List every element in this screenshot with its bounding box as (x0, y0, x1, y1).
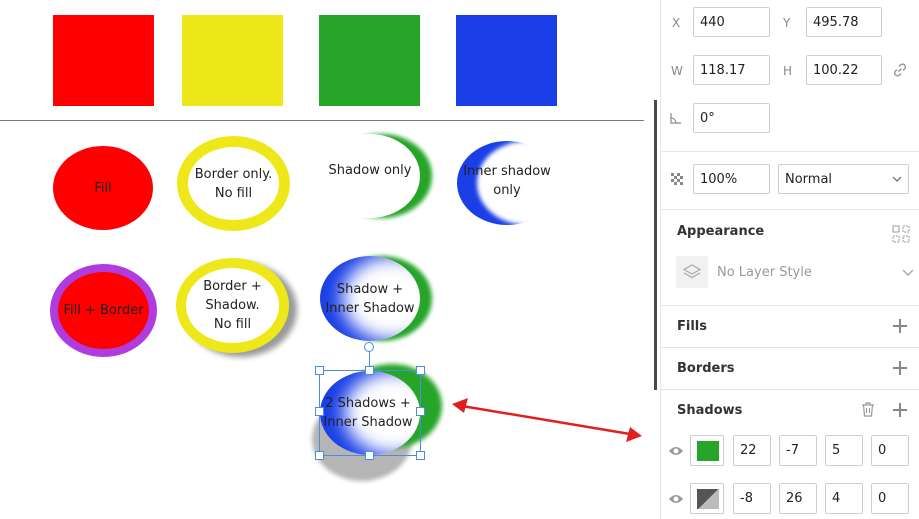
width-value: 118.17 (700, 62, 746, 78)
shadow-2-color[interactable] (690, 483, 724, 514)
h-label: H (783, 64, 793, 78)
shadow-2-spread-field[interactable]: 0 (871, 483, 909, 514)
layers-icon (683, 264, 701, 279)
shadow-1-blur-field[interactable]: 5 (825, 435, 863, 466)
canvas-scrollbar[interactable] (654, 100, 657, 390)
blend-mode-value: Normal (785, 171, 833, 187)
chevron-down-icon[interactable] (902, 269, 914, 277)
shape-fill-border[interactable]: Fill + Border (50, 264, 157, 357)
shape-inner-shadow-label-1: Inner shadow (463, 164, 551, 179)
shadow-2-y: 26 (786, 491, 803, 506)
swatch-blue[interactable] (456, 15, 557, 106)
resize-handle-nw[interactable] (315, 366, 324, 375)
resize-handle-w[interactable] (315, 407, 324, 416)
swatch-red[interactable] (53, 15, 154, 106)
separator (661, 151, 919, 152)
y-value: 495.78 (813, 14, 859, 30)
eye-icon[interactable] (668, 445, 684, 457)
shadow-1-y: -7 (786, 443, 799, 458)
shadow-1-x-field[interactable]: 22 (733, 435, 771, 466)
resize-handle-sw[interactable] (315, 451, 324, 460)
shape-border-only-label-1: Border only. (194, 166, 273, 182)
shape-shadow-only[interactable]: Shadow only (320, 134, 420, 218)
shape-fill-label: Fill (94, 180, 112, 196)
add-shadow-icon[interactable] (893, 403, 907, 417)
x-value: 440 (700, 14, 725, 30)
layer-style-placeholder[interactable]: No Layer Style (717, 265, 812, 280)
shape-border-shadow[interactable]: Border + Shadow. No fill (176, 258, 289, 353)
layer-style-icon-box (676, 256, 708, 288)
separator (661, 305, 919, 306)
opacity-field[interactable]: 100% (693, 164, 770, 194)
shadow-1-blur: 5 (832, 443, 841, 458)
shadow-2-x: -8 (740, 491, 753, 506)
shape-border-only[interactable]: Border only. No fill (177, 136, 290, 231)
selection-frame[interactable] (319, 370, 421, 456)
shadow-1-spread-field[interactable]: 0 (871, 435, 909, 466)
add-fill-icon[interactable] (893, 319, 907, 333)
shadow-1-x: 22 (740, 443, 757, 458)
chevron-down-icon (892, 176, 902, 182)
x-field[interactable]: 440 (693, 7, 770, 37)
y-field[interactable]: 495.78 (806, 7, 882, 37)
shadow-1-spread: 0 (878, 443, 887, 458)
shadow-2-spread: 0 (878, 491, 887, 506)
x-label: X (672, 16, 681, 30)
shape-shadow-only-label: Shadow only (328, 162, 412, 178)
separator (661, 347, 919, 348)
shadows-title: Shadows (677, 403, 743, 418)
opacity-value: 100% (700, 171, 738, 187)
shape-fill[interactable]: Fill (53, 146, 153, 230)
shadow-1-color[interactable] (690, 435, 724, 466)
canvas-divider (0, 120, 644, 121)
y-label: Y (783, 16, 791, 30)
rotation-value: 0° (700, 110, 715, 126)
height-value: 100.22 (813, 62, 859, 78)
shadow-2-blur-field[interactable]: 4 (825, 483, 863, 514)
swatch-green[interactable] (319, 15, 420, 106)
borders-title: Borders (677, 361, 735, 376)
eye-icon[interactable] (668, 493, 684, 505)
resize-handle-ne[interactable] (416, 366, 425, 375)
trash-icon[interactable] (861, 402, 875, 417)
inspector-panel: X 440 Y 495.78 W 118.17 H 100.22 0° 100%… (660, 0, 919, 519)
shape-border-shadow-label-1: Border + (203, 279, 262, 294)
shape-border-only-label-2: No fill (214, 185, 253, 201)
shadow-1-y-field[interactable]: -7 (779, 435, 817, 466)
rotation-handle[interactable] (364, 342, 374, 352)
appearance-title: Appearance (677, 224, 765, 239)
separator (661, 389, 919, 390)
angle-icon (670, 113, 681, 124)
separator (661, 209, 919, 210)
shape-shadow-inner-label-1: Shadow + (336, 281, 404, 297)
resize-handle-n[interactable] (365, 366, 374, 375)
shape-border-shadow-label-3: No fill (213, 317, 252, 332)
w-label: W (671, 64, 683, 78)
shadow-2-x-field[interactable]: -8 (733, 483, 771, 514)
shape-shadow-inner[interactable]: Shadow + Inner Shadow (320, 256, 420, 341)
annotation-arrow (452, 398, 642, 442)
link-icon[interactable] (892, 62, 908, 78)
opacity-icon (671, 173, 683, 185)
add-border-icon[interactable] (893, 361, 907, 375)
style-grid-icon[interactable] (892, 225, 910, 243)
shape-border-shadow-label-2: Shadow. (205, 298, 260, 313)
shape-shadow-inner-label-2: Inner Shadow (325, 300, 415, 316)
rotation-field[interactable]: 0° (693, 103, 770, 133)
resize-handle-se[interactable] (416, 451, 425, 460)
shape-inner-shadow-only[interactable]: Inner shadow only (457, 141, 557, 225)
swatch-yellow[interactable] (182, 15, 283, 106)
fills-title: Fills (677, 319, 707, 334)
shape-fill-border-label: Fill + Border (63, 303, 144, 318)
shadow-2-y-field[interactable]: 26 (779, 483, 817, 514)
shape-inner-shadow-label-2: only (493, 183, 521, 198)
width-field[interactable]: 118.17 (693, 55, 770, 85)
resize-handle-s[interactable] (365, 451, 374, 460)
height-field[interactable]: 100.22 (806, 55, 882, 85)
shadow-2-blur: 4 (832, 491, 841, 506)
resize-handle-e[interactable] (416, 407, 425, 416)
blend-mode-select[interactable]: Normal (778, 164, 909, 194)
